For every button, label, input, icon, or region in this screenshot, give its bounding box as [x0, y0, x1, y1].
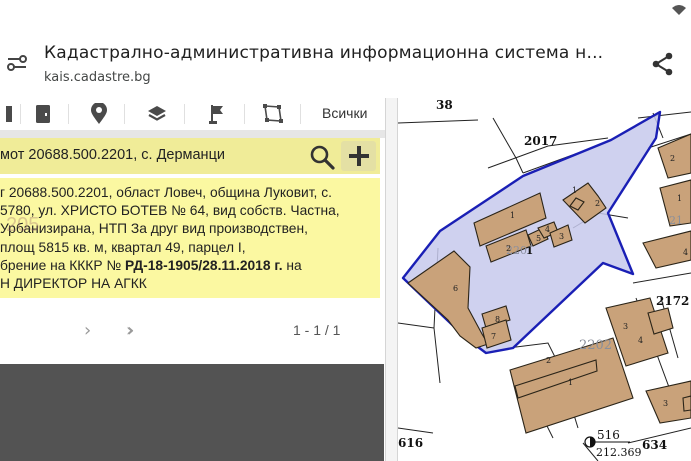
browser-header: Кадастрално-административна информационн… [0, 0, 691, 98]
cadastral-map[interactable]: 38 2017 2172 616 516 634 212.369 2201 1 … [398, 98, 691, 461]
building-label: 3 [663, 399, 669, 408]
left-panel: Всички мот 20688.500.2201, с. Дерманци г… [0, 98, 398, 461]
add-button[interactable] [341, 141, 376, 171]
panel-splitter[interactable] [385, 98, 398, 461]
toolbar-divider [184, 104, 185, 124]
order-suffix: на [286, 257, 302, 273]
building-label: 3 [623, 322, 629, 331]
order-prefix: брение на КККР № [0, 257, 122, 273]
search-input[interactable]: мот 20688.500.2201, с. Дерманци [0, 147, 225, 163]
map-label: 634 [642, 438, 668, 452]
building-label: 4 [545, 225, 551, 234]
building-label: 3 [559, 232, 565, 241]
all-layers-toggle[interactable]: Всички [322, 105, 367, 121]
building-label: 4 [638, 336, 644, 345]
toolbar: Всички [0, 98, 385, 130]
plus-icon [348, 146, 369, 166]
map-label: 516 [597, 428, 620, 442]
building-label: 2 [506, 244, 512, 253]
watermark: 205 [6, 214, 40, 236]
neighbor-parcel-label: 2202 [579, 338, 613, 353]
toolbar-spacer [0, 130, 385, 138]
site-settings-icon[interactable] [6, 53, 28, 73]
building-label: 5 [536, 234, 542, 243]
door-icon[interactable] [32, 102, 54, 126]
polygon-icon[interactable] [262, 102, 284, 126]
pagination: › ›› 1 - 1 / 1 [0, 308, 385, 352]
last-page-button[interactable]: ›› [126, 320, 136, 341]
result-line: площ 5815 кв. м, квартал 49, парцел I, [0, 239, 246, 255]
result-line: Урбанизирана, НТП За друг вид производст… [0, 221, 308, 237]
flag-icon[interactable] [206, 102, 228, 126]
results-empty-area [0, 364, 384, 461]
parcel-lot-label: 1 [526, 246, 533, 257]
building-label: 6 [453, 284, 459, 293]
result-issuer: Н ДИРЕКТОР НА АГКК [0, 276, 147, 292]
wifi-icon [672, 5, 686, 15]
building-label: 1 [572, 186, 578, 195]
building-label: 1 [568, 378, 574, 387]
result-card[interactable]: г 20688.500.2201, област Ловеч, община Л… [0, 178, 380, 298]
building-label: 2 [595, 199, 601, 208]
page-count: 1 - 1 / 1 [293, 322, 341, 338]
share-icon[interactable] [651, 51, 675, 77]
page-url[interactable]: kais.cadastre.bg [44, 70, 151, 85]
building-label: 2 [546, 356, 552, 365]
building-label: 8 [495, 315, 501, 324]
layers-icon[interactable] [146, 102, 168, 126]
location-pin-icon[interactable] [88, 102, 110, 126]
tool-partial[interactable] [0, 102, 22, 126]
next-page-button[interactable]: › [84, 320, 91, 341]
result-line: 5780, ул. ХРИСТО БОТЕВ № 64, вид собств.… [0, 203, 340, 219]
toolbar-divider [68, 104, 69, 124]
building-label: 7 [491, 332, 497, 341]
toolbar-divider [20, 104, 21, 124]
building-label: 2 [670, 154, 676, 163]
building-label: 1 [677, 194, 683, 203]
order-number: РД-18-1905/28.11.2018 г. [125, 257, 283, 273]
map-label: 616 [398, 436, 424, 450]
search-bar: мот 20688.500.2201, с. Дерманци [0, 138, 380, 174]
result-order-line: брение на КККР № РД-18-1905/28.11.2018 г… [0, 257, 380, 275]
building-label: 1 [510, 211, 516, 220]
map-label: 2172 [656, 294, 690, 308]
map-label: 212.369 [596, 446, 642, 459]
search-icon[interactable] [309, 144, 335, 170]
toolbar-divider [244, 104, 245, 124]
map-label: 38 [436, 98, 453, 112]
map-label: 2017 [524, 134, 558, 148]
result-line: г 20688.500.2201, област Ловеч, община Л… [0, 185, 332, 200]
toolbar-divider [124, 104, 125, 124]
page-title: Кадастрално-административна информационн… [44, 43, 604, 63]
map-label: 21 [669, 214, 683, 227]
building-label: 4 [683, 248, 689, 257]
toolbar-divider [300, 104, 301, 124]
map-canvas[interactable] [398, 98, 691, 461]
